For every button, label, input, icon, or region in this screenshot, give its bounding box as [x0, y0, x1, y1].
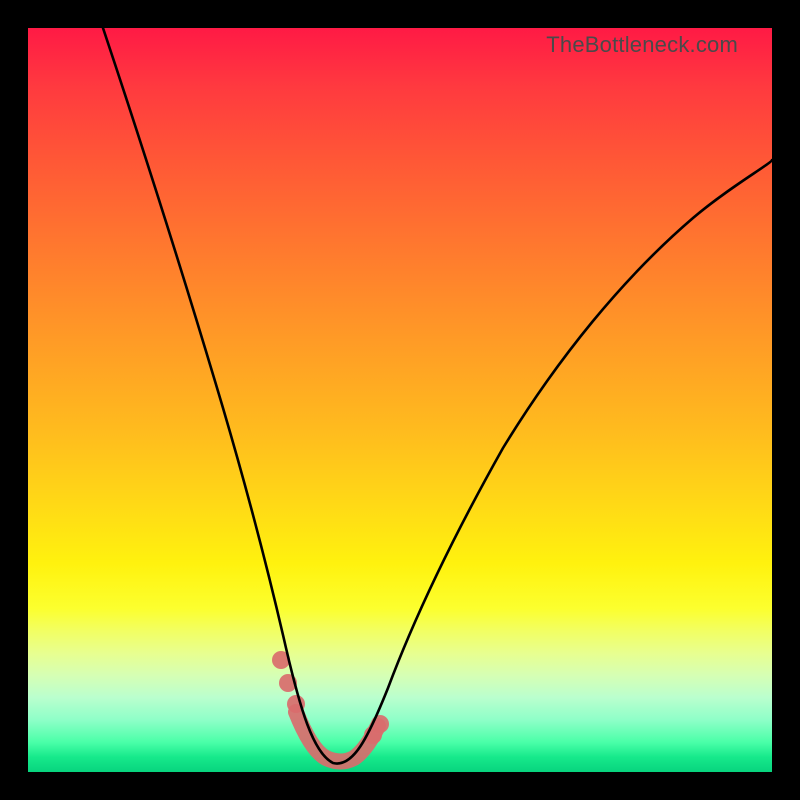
chart-frame: TheBottleneck.com [0, 0, 800, 800]
bottleneck-curve [28, 28, 772, 772]
bottleneck-curve-line [103, 28, 772, 764]
chart-plot-area: TheBottleneck.com [28, 28, 772, 772]
